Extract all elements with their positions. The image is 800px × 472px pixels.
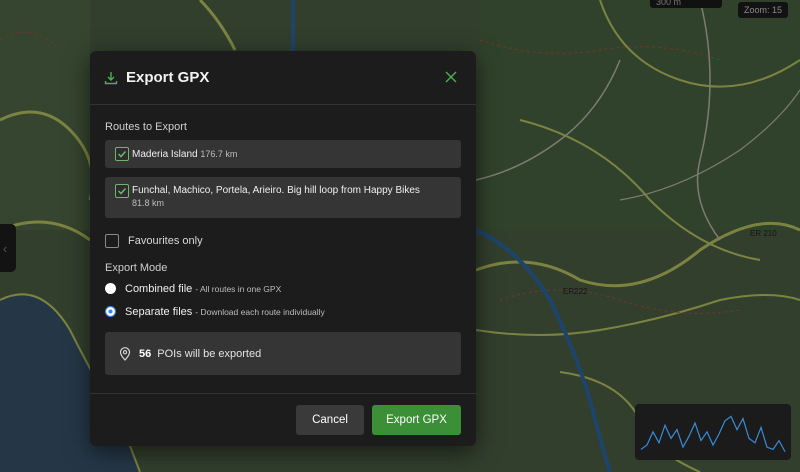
mode-description: - Download each route individually [195,306,325,317]
mode-option-combined[interactable]: Combined file - All routes in one GPX [105,281,461,296]
dialog-title: Export GPX [126,69,210,86]
route-distance: 176.7 km [200,148,238,159]
close-button[interactable] [444,70,458,84]
checkmark-icon [117,150,127,158]
mode-label: Separate files [125,305,193,318]
route-checkbox[interactable] [115,147,129,161]
route-checkbox[interactable] [115,184,129,198]
checkmark-icon [117,187,127,195]
poi-summary: 56 POIs will be exported [105,332,461,375]
elevation-profile[interactable] [635,404,791,460]
routes-section-label: Routes to Export [105,121,187,133]
route-text: Maderia Island 176.7 km [132,148,237,161]
route-item[interactable]: Maderia Island 176.7 km [105,140,461,168]
mode-label: Combined file [125,282,193,295]
elevation-line [640,415,786,452]
cancel-button[interactable]: Cancel [296,405,364,435]
export-gpx-dialog: Export GPX Routes to Export Maderia Isla… [90,51,476,446]
route-item[interactable]: Funchal, Machico, Portela, Arieiro. Big … [105,177,461,218]
close-icon [445,71,457,83]
route-distance: 81.8 km [132,198,165,208]
separate-radio[interactable] [105,306,116,317]
export-gpx-button[interactable]: Export GPX [372,405,461,435]
dialog-header: Export GPX [90,51,476,105]
route-text: Funchal, Machico, Portela, Arieiro. Big … [132,184,420,210]
elevation-chart [640,415,786,452]
poi-text: POIs will be exported [157,347,262,360]
favourites-label: Favourites only [128,235,203,247]
poi-count: 56 [139,347,152,360]
favourites-checkbox[interactable] [105,234,119,248]
mode-option-separate[interactable]: Separate files - Download each route ind… [105,304,461,319]
mode-description: - All routes in one GPX [195,283,282,294]
export-mode-label: Export Mode [105,262,168,274]
dialog-footer: Cancel Export GPX [90,393,476,446]
favourites-only-toggle[interactable]: Favourites only [105,234,461,248]
route-name: Funchal, Machico, Portela, Arieiro. Big … [132,185,420,196]
route-name: Maderia Island [132,148,198,160]
download-icon [104,71,118,85]
combined-radio[interactable] [105,283,116,294]
dialog-body: Routes to Export Maderia Island 176.7 km… [90,105,476,375]
map-pin-icon [119,346,131,361]
